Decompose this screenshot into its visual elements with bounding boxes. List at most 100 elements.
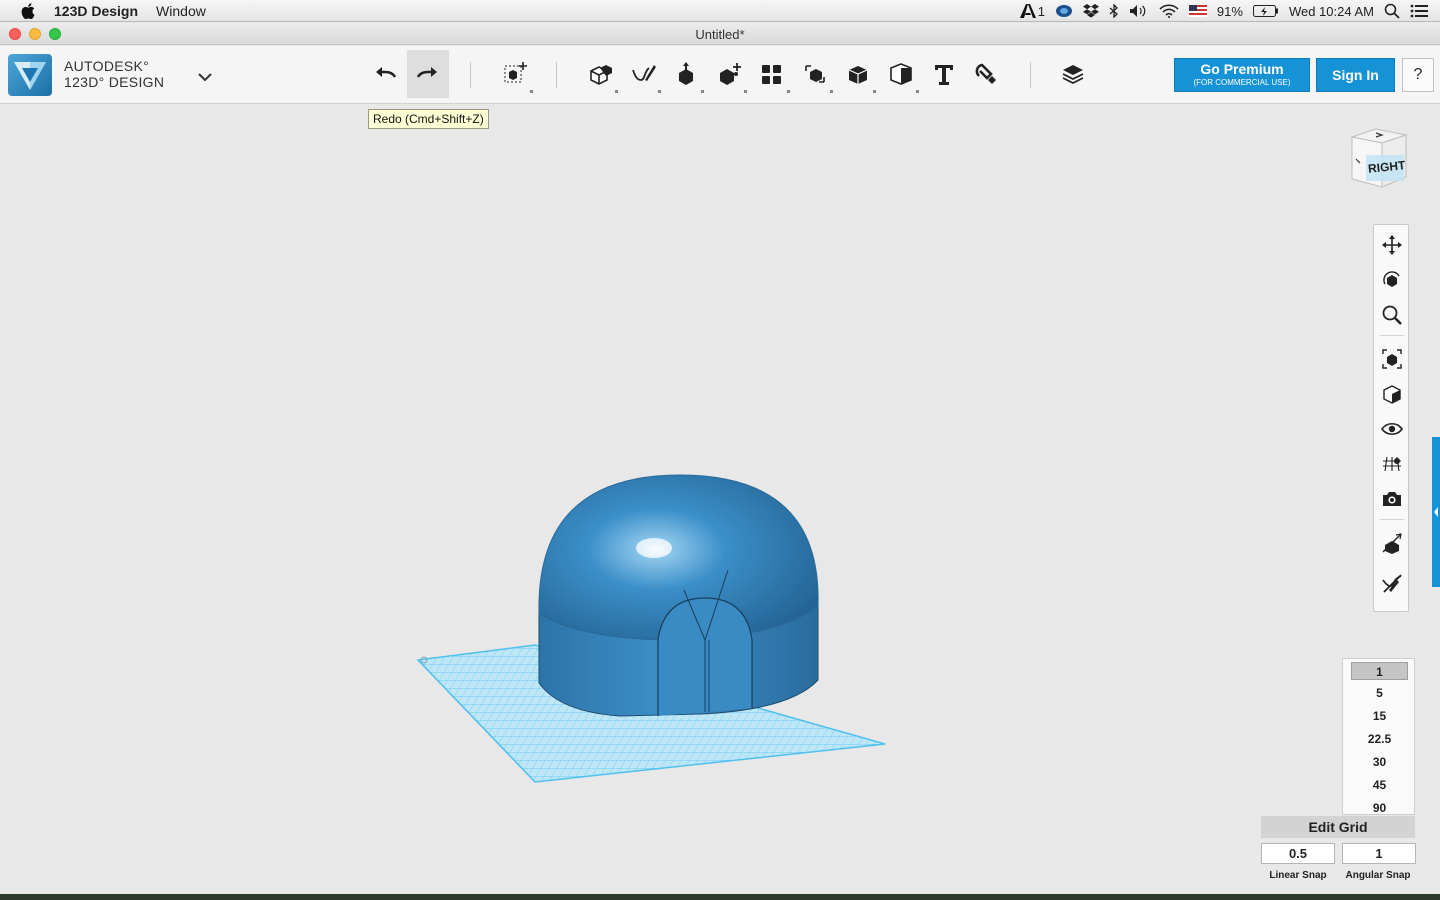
angular-snap-label: Angular Snap — [1345, 870, 1411, 881]
adobe-badge[interactable]: 1 — [1019, 4, 1045, 19]
angle-option[interactable]: 5 — [1351, 684, 1408, 702]
text-tool-button[interactable] — [923, 50, 965, 98]
show-solids-icon — [1382, 533, 1402, 554]
transform-tool-button[interactable] — [494, 50, 536, 98]
pan-button[interactable] — [1380, 233, 1404, 257]
view-cube[interactable]: RIGHT — [1346, 125, 1412, 195]
angle-option[interactable]: 22.5 — [1351, 730, 1408, 748]
window-title: Untitled* — [695, 27, 745, 42]
measure-icon — [890, 63, 912, 85]
snap-tool-button[interactable] — [966, 50, 1008, 98]
angle-snap-options: 1 5 15 22.5 30 45 90 — [1342, 658, 1415, 815]
grid-material-button[interactable] — [1380, 452, 1404, 476]
angular-snap-input[interactable]: 1 — [1342, 843, 1416, 864]
construct-tool-button[interactable] — [665, 50, 707, 98]
combine-tool-button[interactable] — [837, 50, 879, 98]
orbit-button[interactable] — [1380, 268, 1404, 292]
apple-icon[interactable] — [18, 0, 38, 22]
materials-tool-button[interactable] — [1052, 50, 1094, 98]
edit-grid-button[interactable]: Edit Grid — [1261, 816, 1415, 838]
navigation-bar — [1373, 224, 1409, 612]
camera-button[interactable] — [1380, 487, 1404, 511]
grid-material-icon — [1383, 456, 1401, 472]
view-button[interactable] — [1380, 382, 1404, 406]
primitives-tool-button[interactable] — [579, 50, 621, 98]
camera-icon — [1383, 492, 1401, 506]
battery-percent: 91% — [1216, 3, 1243, 19]
angle-option[interactable]: 15 — [1351, 707, 1408, 725]
redo-arrow-icon — [416, 67, 437, 78]
redo-tooltip: Redo (Cmd+Shift+Z) — [368, 109, 489, 129]
fit-button[interactable] — [1380, 347, 1404, 371]
spotlight-icon[interactable] — [1384, 3, 1400, 19]
toolbar-separator — [470, 62, 471, 88]
materials-icon — [1062, 65, 1084, 85]
nav-separator — [1380, 519, 1404, 520]
nav-separator — [1380, 335, 1404, 336]
volume-icon[interactable] — [1129, 4, 1149, 18]
combine-icon — [848, 66, 868, 84]
undo-button[interactable] — [364, 50, 406, 98]
group-icon — [805, 65, 825, 83]
linear-snap-input[interactable]: 0.5 — [1261, 843, 1335, 864]
brand-line1: AUTODESK° — [64, 58, 150, 74]
view-icon — [1383, 385, 1401, 404]
angle-option[interactable]: 30 — [1351, 753, 1408, 771]
group-tool-button[interactable] — [794, 50, 836, 98]
show-solids-button[interactable] — [1380, 531, 1404, 555]
window-titlebar: Untitled* — [0, 23, 1440, 45]
modify-icon — [720, 63, 741, 85]
angle-option[interactable]: 1 — [1351, 662, 1408, 680]
mac-menubar: 123D Design Window 1 91% Wed 10:24 AM — [0, 0, 1440, 22]
chevron-down-icon[interactable] — [196, 70, 214, 84]
brand-line2: 123D° DESIGN — [64, 74, 165, 90]
side-panel-toggle[interactable] — [1432, 437, 1440, 587]
modify-tool-button[interactable] — [708, 50, 750, 98]
pattern-icon — [762, 65, 781, 84]
toolbar-separator — [1030, 62, 1031, 88]
measure-tool-button[interactable] — [880, 50, 922, 98]
app-menu[interactable]: 123D Design — [54, 3, 138, 19]
3d-viewport[interactable] — [0, 105, 1440, 894]
go-premium-button[interactable]: Go Premium (FOR COMMERCIAL USE) — [1174, 58, 1310, 92]
sketch-icon — [632, 65, 656, 81]
fit-icon — [1382, 349, 1402, 369]
bluetooth-icon[interactable] — [1109, 4, 1119, 18]
construct-icon — [679, 62, 693, 85]
text-icon — [935, 65, 953, 85]
orbit-icon — [1383, 271, 1400, 287]
transform-icon — [504, 62, 527, 83]
primitives-icon — [590, 65, 612, 85]
main-toolbar: AUTODESK° 123D° DESIGN Go Premium (FOR C… — [0, 46, 1440, 104]
angle-option[interactable]: 90 — [1351, 799, 1408, 817]
scene-canvas[interactable] — [0, 105, 1440, 894]
notification-center-icon[interactable] — [1410, 4, 1428, 18]
app-logo-icon[interactable] — [8, 54, 52, 96]
hide-sketches-icon — [1382, 574, 1402, 593]
hide-sketches-button[interactable] — [1380, 571, 1404, 595]
toolbar-separator — [556, 62, 557, 88]
wifi-icon[interactable] — [1159, 4, 1179, 18]
clock[interactable]: Wed 10:24 AM — [1289, 4, 1374, 19]
angle-option[interactable]: 45 — [1351, 776, 1408, 794]
brand-name[interactable]: AUTODESK° 123D° DESIGN — [64, 58, 164, 90]
linear-snap-label: Linear Snap — [1269, 870, 1327, 881]
pan-icon — [1382, 235, 1402, 255]
dropbox-icon[interactable] — [1082, 4, 1099, 18]
battery-icon[interactable] — [1252, 5, 1279, 17]
help-button[interactable]: ? — [1402, 58, 1434, 92]
zoom-icon — [1382, 305, 1402, 325]
sketch-tool-button[interactable] — [622, 50, 664, 98]
sync-icon[interactable] — [1055, 4, 1073, 18]
desktop-edge — [0, 894, 1440, 900]
pattern-tool-button[interactable] — [751, 50, 793, 98]
visibility-button[interactable] — [1380, 417, 1404, 441]
zoom-button[interactable] — [1380, 303, 1404, 327]
window-menu[interactable]: Window — [156, 3, 206, 19]
flag-icon[interactable] — [1188, 5, 1207, 17]
adobe-icon — [1019, 4, 1036, 18]
visibility-icon — [1381, 422, 1403, 436]
sign-in-button[interactable]: Sign In — [1316, 58, 1395, 92]
redo-button[interactable] — [407, 50, 449, 98]
snap-icon — [975, 63, 996, 84]
